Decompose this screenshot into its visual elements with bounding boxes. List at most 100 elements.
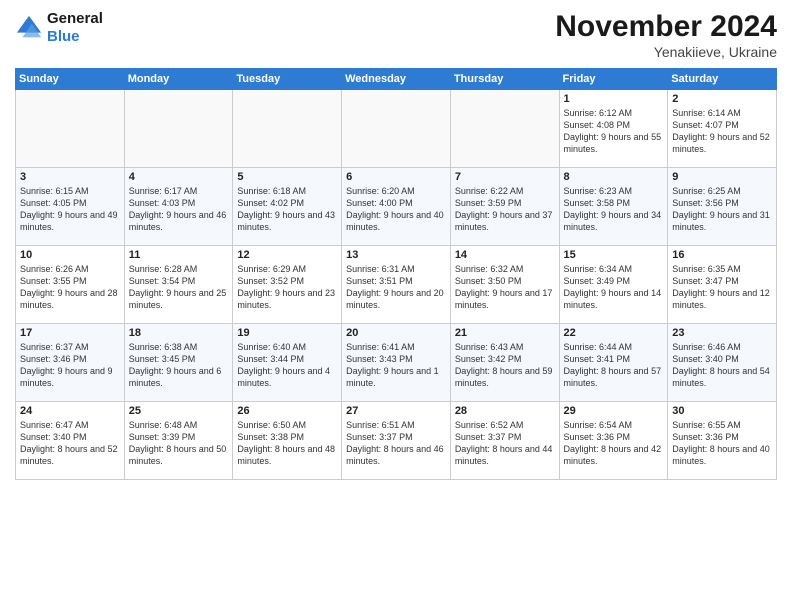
weekday-header: Friday [559,69,668,90]
day-number: 8 [564,171,664,183]
day-number: 3 [20,171,120,183]
day-number: 5 [237,171,337,183]
calendar-cell: 5Sunrise: 6:18 AM Sunset: 4:02 PM Daylig… [233,168,342,246]
calendar-week-row: 1 Sunrise: 6:12 AM Sunset: 4:08 PM Daylig… [16,90,777,168]
day-info: Sunrise: 6:20 AM Sunset: 4:00 PM Dayligh… [346,185,446,234]
day-info: Sunrise: 6:38 AM Sunset: 3:45 PM Dayligh… [129,341,229,390]
calendar-cell: 18 Sunrise: 6:38 AM Sunset: 3:45 PM Dayli… [124,324,233,402]
calendar-cell: 23 Sunrise: 6:46 AM Sunset: 3:40 PM Dayli… [668,324,777,402]
calendar-cell: 22Sunrise: 6:44 AM Sunset: 3:41 PM Dayli… [559,324,668,402]
weekday-header: Sunday [16,69,125,90]
day-number: 1 [564,93,664,105]
calendar-cell: 14 Sunrise: 6:32 AM Sunset: 3:50 PM Dayli… [450,246,559,324]
calendar-week-row: 3 Sunrise: 6:15 AM Sunset: 4:05 PM Daylig… [16,168,777,246]
day-info: Sunrise: 6:15 AM Sunset: 4:05 PM Dayligh… [20,185,120,234]
calendar-cell [124,90,233,168]
weekday-header: Monday [124,69,233,90]
month-title: November 2024 [555,10,777,44]
calendar-cell: 28 Sunrise: 6:52 AM Sunset: 3:37 PM Dayli… [450,402,559,480]
calendar-cell: 1 Sunrise: 6:12 AM Sunset: 4:08 PM Daylig… [559,90,668,168]
day-number: 14 [455,249,555,261]
day-info: Sunrise: 6:40 AM Sunset: 3:44 PM Dayligh… [237,341,337,390]
day-number: 6 [346,171,446,183]
calendar-cell: 6 Sunrise: 6:20 AM Sunset: 4:00 PM Daylig… [342,168,451,246]
page-container: General Blue November 2024 Yenakiieve, U… [0,0,792,612]
day-number: 15 [564,249,664,261]
day-info: Sunrise: 6:32 AM Sunset: 3:50 PM Dayligh… [455,263,555,312]
day-info: Sunrise: 6:12 AM Sunset: 4:08 PM Dayligh… [564,107,664,156]
day-number: 28 [455,405,555,417]
calendar-cell: 17Sunrise: 6:37 AM Sunset: 3:46 PM Dayli… [16,324,125,402]
weekday-header: Saturday [668,69,777,90]
day-info: Sunrise: 6:52 AM Sunset: 3:37 PM Dayligh… [455,419,555,468]
calendar-cell: 12Sunrise: 6:29 AM Sunset: 3:52 PM Dayli… [233,246,342,324]
calendar-cell: 24Sunrise: 6:47 AM Sunset: 3:40 PM Dayli… [16,402,125,480]
day-info: Sunrise: 6:55 AM Sunset: 3:36 PM Dayligh… [672,419,772,468]
calendar-cell: 3 Sunrise: 6:15 AM Sunset: 4:05 PM Daylig… [16,168,125,246]
day-number: 9 [672,171,772,183]
day-info: Sunrise: 6:26 AM Sunset: 3:55 PM Dayligh… [20,263,120,312]
calendar-cell: 19 Sunrise: 6:40 AM Sunset: 3:44 PM Dayli… [233,324,342,402]
calendar-cell: 13 Sunrise: 6:31 AM Sunset: 3:51 PM Dayli… [342,246,451,324]
day-info: Sunrise: 6:14 AM Sunset: 4:07 PM Dayligh… [672,107,772,156]
calendar-week-row: 10 Sunrise: 6:26 AM Sunset: 3:55 PM Dayli… [16,246,777,324]
day-number: 30 [672,405,772,417]
day-number: 12 [237,249,337,261]
day-number: 7 [455,171,555,183]
day-info: Sunrise: 6:31 AM Sunset: 3:51 PM Dayligh… [346,263,446,312]
day-number: 18 [129,327,229,339]
logo-icon [15,14,43,42]
calendar-cell: 10 Sunrise: 6:26 AM Sunset: 3:55 PM Dayli… [16,246,125,324]
calendar-cell: 2 Sunrise: 6:14 AM Sunset: 4:07 PM Daylig… [668,90,777,168]
calendar-cell: 9Sunrise: 6:25 AM Sunset: 3:56 PM Daylig… [668,168,777,246]
title-block: November 2024 Yenakiieve, Ukraine [555,10,777,60]
day-info: Sunrise: 6:44 AM Sunset: 3:41 PM Dayligh… [564,341,664,390]
day-info: Sunrise: 6:23 AM Sunset: 3:58 PM Dayligh… [564,185,664,234]
calendar-cell: 30 Sunrise: 6:55 AM Sunset: 3:36 PM Dayli… [668,402,777,480]
day-info: Sunrise: 6:50 AM Sunset: 3:38 PM Dayligh… [237,419,337,468]
calendar-cell: 11Sunrise: 6:28 AM Sunset: 3:54 PM Dayli… [124,246,233,324]
day-number: 2 [672,93,772,105]
calendar-cell: 16 Sunrise: 6:35 AM Sunset: 3:47 PM Dayli… [668,246,777,324]
day-number: 27 [346,405,446,417]
calendar-cell [16,90,125,168]
day-number: 25 [129,405,229,417]
weekday-header: Tuesday [233,69,342,90]
day-info: Sunrise: 6:46 AM Sunset: 3:40 PM Dayligh… [672,341,772,390]
calendar-cell [233,90,342,168]
header-row: SundayMondayTuesdayWednesdayThursdayFrid… [16,69,777,90]
header: General Blue November 2024 Yenakiieve, U… [15,10,777,60]
calendar-cell [342,90,451,168]
day-number: 29 [564,405,664,417]
day-number: 19 [237,327,337,339]
day-info: Sunrise: 6:22 AM Sunset: 3:59 PM Dayligh… [455,185,555,234]
day-number: 24 [20,405,120,417]
location-subtitle: Yenakiieve, Ukraine [555,44,777,60]
calendar-week-row: 17Sunrise: 6:37 AM Sunset: 3:46 PM Dayli… [16,324,777,402]
calendar-cell: 20Sunrise: 6:41 AM Sunset: 3:43 PM Dayli… [342,324,451,402]
weekday-header: Thursday [450,69,559,90]
day-number: 10 [20,249,120,261]
calendar-cell: 4Sunrise: 6:17 AM Sunset: 4:03 PM Daylig… [124,168,233,246]
calendar-week-row: 24Sunrise: 6:47 AM Sunset: 3:40 PM Dayli… [16,402,777,480]
day-number: 11 [129,249,229,261]
calendar-cell: 26Sunrise: 6:50 AM Sunset: 3:38 PM Dayli… [233,402,342,480]
calendar-cell: 7 Sunrise: 6:22 AM Sunset: 3:59 PM Daylig… [450,168,559,246]
calendar-cell: 25Sunrise: 6:48 AM Sunset: 3:39 PM Dayli… [124,402,233,480]
calendar-cell: 29 Sunrise: 6:54 AM Sunset: 3:36 PM Dayli… [559,402,668,480]
calendar-cell: 27 Sunrise: 6:51 AM Sunset: 3:37 PM Dayli… [342,402,451,480]
day-number: 4 [129,171,229,183]
day-number: 20 [346,327,446,339]
calendar-cell [450,90,559,168]
day-info: Sunrise: 6:43 AM Sunset: 3:42 PM Dayligh… [455,341,555,390]
calendar-cell: 15Sunrise: 6:34 AM Sunset: 3:49 PM Dayli… [559,246,668,324]
logo-text: General Blue [47,10,103,46]
weekday-header: Wednesday [342,69,451,90]
day-number: 23 [672,327,772,339]
day-info: Sunrise: 6:51 AM Sunset: 3:37 PM Dayligh… [346,419,446,468]
day-info: Sunrise: 6:35 AM Sunset: 3:47 PM Dayligh… [672,263,772,312]
day-number: 13 [346,249,446,261]
day-info: Sunrise: 6:54 AM Sunset: 3:36 PM Dayligh… [564,419,664,468]
logo: General Blue [15,10,103,46]
day-number: 16 [672,249,772,261]
